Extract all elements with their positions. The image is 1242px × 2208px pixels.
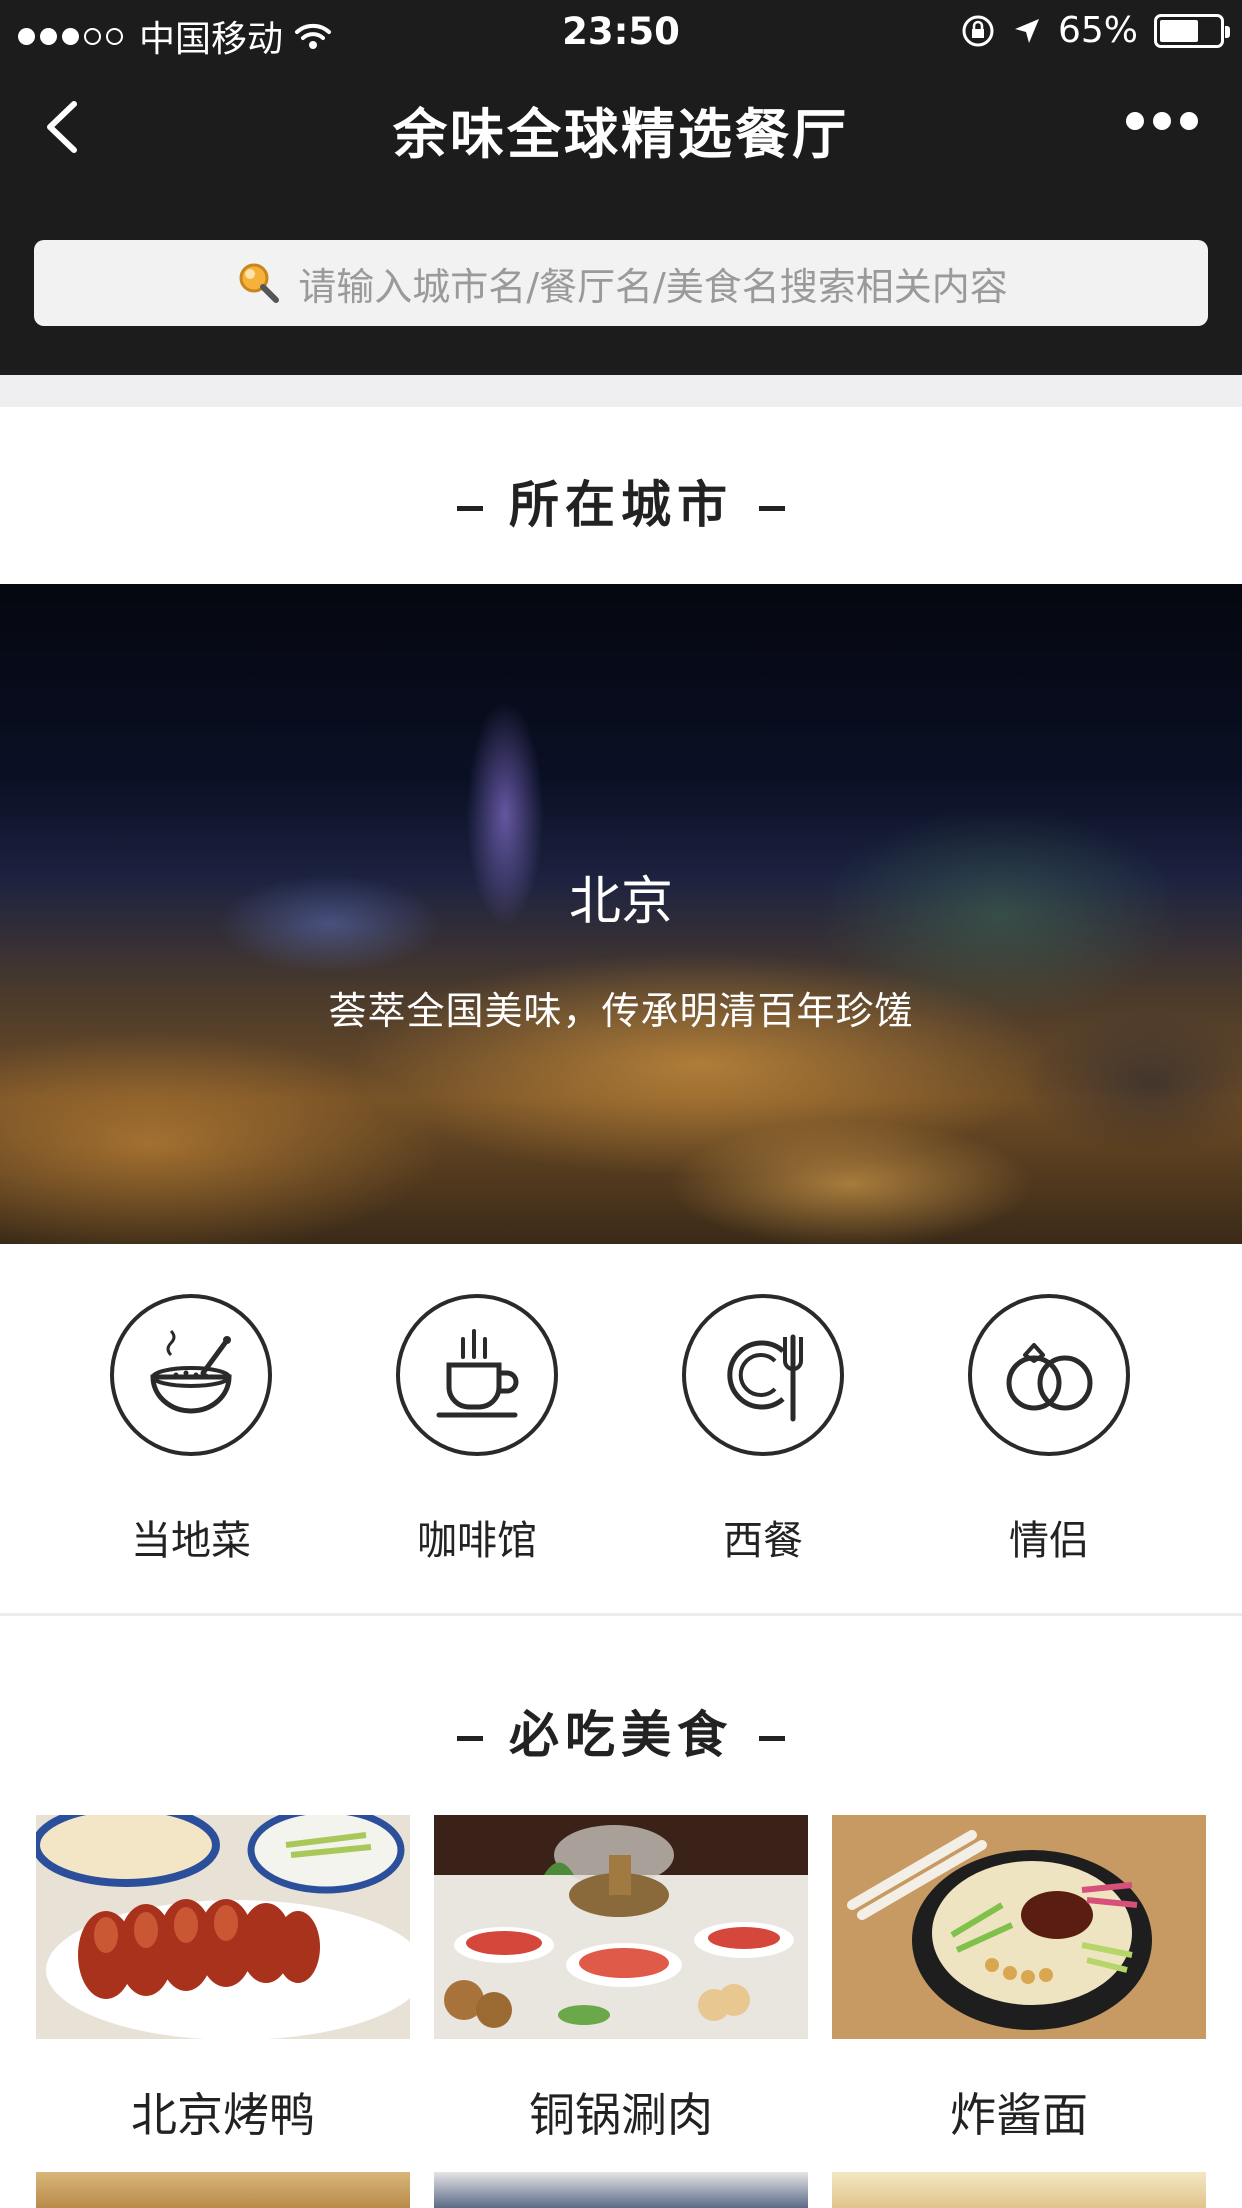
- category-label: 情侣: [1009, 1518, 1089, 1564]
- category-label: 西餐: [723, 1518, 803, 1564]
- city-name: 北京: [568, 872, 673, 932]
- food-card-peek: [434, 2172, 808, 2208]
- food-section-title: 必吃美食: [509, 1706, 733, 1764]
- section-divider: [0, 375, 1242, 407]
- coffee-cup-icon: [436, 1329, 519, 1418]
- food-name: 炸酱面: [950, 2088, 1088, 2142]
- rings-icon: [1006, 1343, 1093, 1411]
- page-title: 余味全球精选餐厅: [393, 103, 849, 166]
- food-card-peek: [36, 2172, 410, 2208]
- search-icon: [239, 263, 280, 303]
- category-western[interactable]: 西餐: [643, 1294, 883, 1566]
- roast-duck-photo: [36, 1815, 410, 2039]
- food-card-hotpot[interactable]: 铜锅涮肉: [434, 1815, 808, 2145]
- orientation-lock-icon: [962, 15, 994, 46]
- plate-fork-icon: [727, 1334, 803, 1422]
- city-banner[interactable]: 北京 荟萃全国美味，传承明清百年珍馐: [0, 584, 1242, 1244]
- top-bar: 中国移动 23:50 65% 余味全球精选餐厅 请输入城市名/餐厅名/美食名搜索…: [0, 0, 1242, 375]
- category-couples[interactable]: 情侣: [929, 1294, 1169, 1566]
- city-section-title: 所在城市: [509, 476, 733, 534]
- hotpot-photo: [434, 1815, 808, 2039]
- food-section-heading: 必吃美食: [0, 1695, 1242, 1767]
- city-tagline: 荟萃全国美味，传承明清百年珍馐: [328, 989, 914, 1033]
- category-icon-ring: [968, 1294, 1130, 1456]
- zhajiang-noodles-photo: [832, 1815, 1206, 2039]
- battery-icon: [1154, 13, 1230, 48]
- more-menu-icon[interactable]: [1126, 112, 1198, 130]
- location-arrow-icon: [1014, 18, 1039, 43]
- battery-percent: 65%: [1057, 10, 1138, 51]
- food-card-zhajiang-noodles[interactable]: 炸酱面: [832, 1815, 1206, 2145]
- status-bar: 中国移动 23:50 65%: [0, 0, 1242, 62]
- search-placeholder: 请输入城市名/餐厅名/美食名搜索相关内容: [298, 264, 1008, 309]
- category-label: 咖啡馆: [417, 1518, 537, 1564]
- food-name: 北京烤鸭: [131, 2088, 315, 2142]
- search-input[interactable]: 请输入城市名/餐厅名/美食名搜索相关内容: [34, 240, 1208, 326]
- category-icon-ring: [682, 1294, 844, 1456]
- food-card-peek: [832, 2172, 1206, 2208]
- food-name: 铜锅涮肉: [529, 2088, 713, 2142]
- category-icon-ring: [110, 1294, 272, 1456]
- city-section-heading: 所在城市: [0, 465, 1242, 537]
- food-card-roast-duck[interactable]: 北京烤鸭: [36, 1815, 410, 2145]
- category-row: 当地菜 咖啡馆 西餐 情侣: [0, 1244, 1242, 1616]
- category-local-food[interactable]: 当地菜: [71, 1294, 311, 1566]
- bowl-icon: [150, 1329, 232, 1414]
- status-right: 65%: [960, 10, 1230, 51]
- category-icon-ring: [396, 1294, 558, 1456]
- category-cafe[interactable]: 咖啡馆: [357, 1294, 597, 1566]
- nav-bar: 余味全球精选餐厅: [0, 62, 1242, 192]
- category-label: 当地菜: [131, 1518, 251, 1564]
